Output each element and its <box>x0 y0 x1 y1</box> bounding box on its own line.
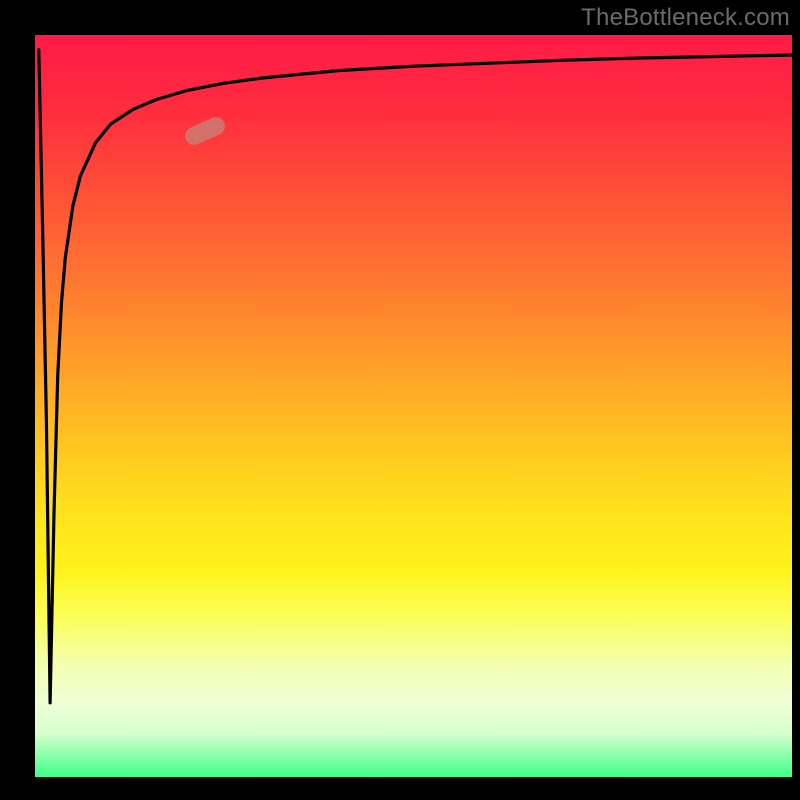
chart-stage: TheBottleneck.com <box>0 0 800 800</box>
watermark-text: TheBottleneck.com <box>581 4 790 32</box>
bottleneck-curve <box>35 35 792 777</box>
